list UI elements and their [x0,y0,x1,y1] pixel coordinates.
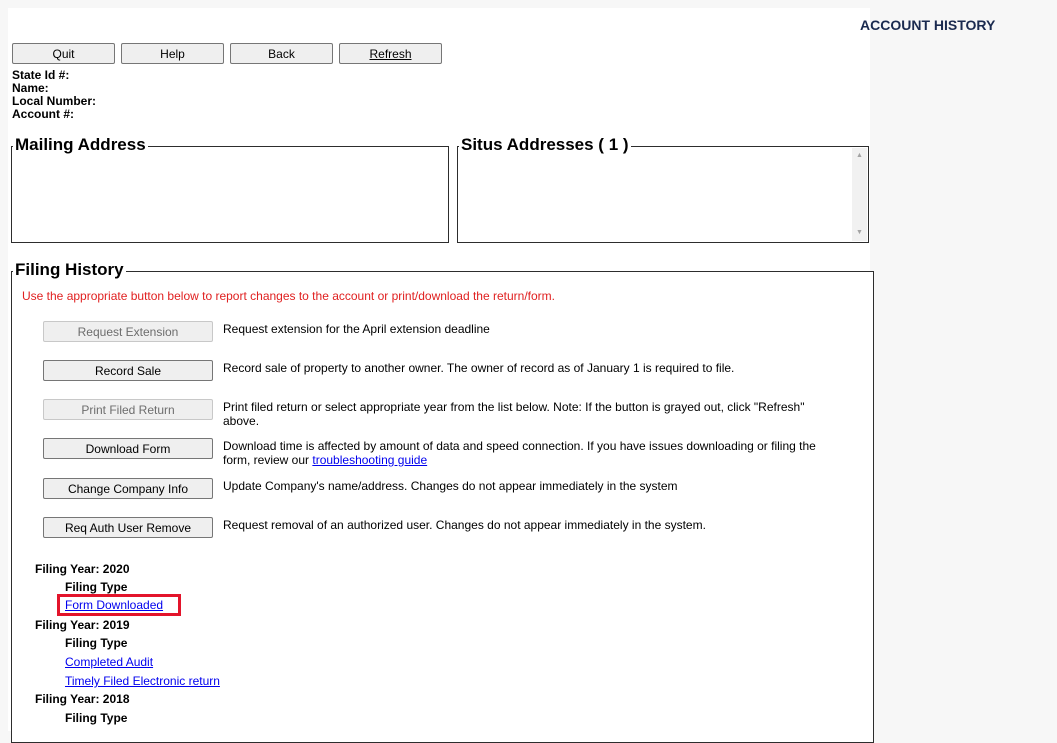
action-row-change-company-info: Change Company Info Update Company's nam… [43,478,843,499]
situs-addresses-legend: Situs Addresses ( 1 ) [459,135,631,155]
filing-history-legend: Filing History [13,260,126,280]
req-auth-user-remove-button[interactable]: Req Auth User Remove [43,517,213,538]
highlight-box [57,594,181,616]
action-row-req-auth-user-remove: Req Auth User Remove Request removal of … [43,517,843,538]
completed-audit-link[interactable]: Completed Audit [65,655,153,669]
filing-year-2020: Filing Year: 2020 [35,562,130,576]
print-filed-return-desc: Print filed return or select appropriate… [223,400,805,428]
filing-type-label-2018: Filing Type [65,711,128,725]
situs-scrollbar[interactable]: ▲ ▼ [852,148,867,241]
refresh-button[interactable]: Refresh [339,43,442,64]
change-company-info-desc: Update Company's name/address. Changes d… [223,479,678,493]
request-extension-desc: Request extension for the April extensio… [223,322,490,336]
filing-instruction: Use the appropriate button below to repo… [22,289,555,303]
page-title: ACCOUNT HISTORY [860,17,996,33]
action-row-record-sale: Record Sale Record sale of property to a… [43,360,843,381]
quit-button[interactable]: Quit [12,43,115,64]
action-row-request-extension: Request Extension Request extension for … [43,321,843,342]
troubleshooting-guide-link[interactable]: troubleshooting guide [312,453,427,467]
filing-year-2019: Filing Year: 2019 [35,618,130,632]
download-form-button[interactable]: Download Form [43,438,213,459]
scroll-up-arrow-icon[interactable]: ▲ [856,152,863,160]
change-company-info-button[interactable]: Change Company Info [43,478,213,499]
record-sale-button[interactable]: Record Sale [43,360,213,381]
print-filed-return-button[interactable]: Print Filed Return [43,399,213,420]
record-sale-desc: Record sale of property to another owner… [223,361,735,375]
filing-year-2018: Filing Year: 2018 [35,692,130,706]
timely-filed-electronic-return-link[interactable]: Timely Filed Electronic return [65,674,220,688]
refresh-label: Refresh [369,46,412,61]
download-form-desc: Download time is affected by amount of d… [223,439,843,467]
action-row-download-form: Download Form Download time is affected … [43,438,843,467]
situs-addresses-box: Situs Addresses ( 1 ) ▲ ▼ [457,135,869,243]
filing-type-label-2019: Filing Type [65,636,128,650]
request-extension-button[interactable]: Request Extension [43,321,213,342]
help-button[interactable]: Help [121,43,224,64]
mailing-address-legend: Mailing Address [13,135,148,155]
back-button[interactable]: Back [230,43,333,64]
action-row-print-filed-return: Print Filed Return Print filed return or… [43,399,843,428]
req-auth-user-remove-desc: Request removal of an authorized user. C… [223,518,706,532]
mailing-address-box: Mailing Address [11,135,449,243]
filing-type-label-2020: Filing Type [65,580,128,594]
account-number-label: Account #: [12,107,75,121]
toolbar: Quit Help Back Refresh [12,43,442,64]
account-info: State Id #: Name: Local Number: Account … [12,69,96,121]
scroll-down-arrow-icon[interactable]: ▼ [856,229,863,237]
